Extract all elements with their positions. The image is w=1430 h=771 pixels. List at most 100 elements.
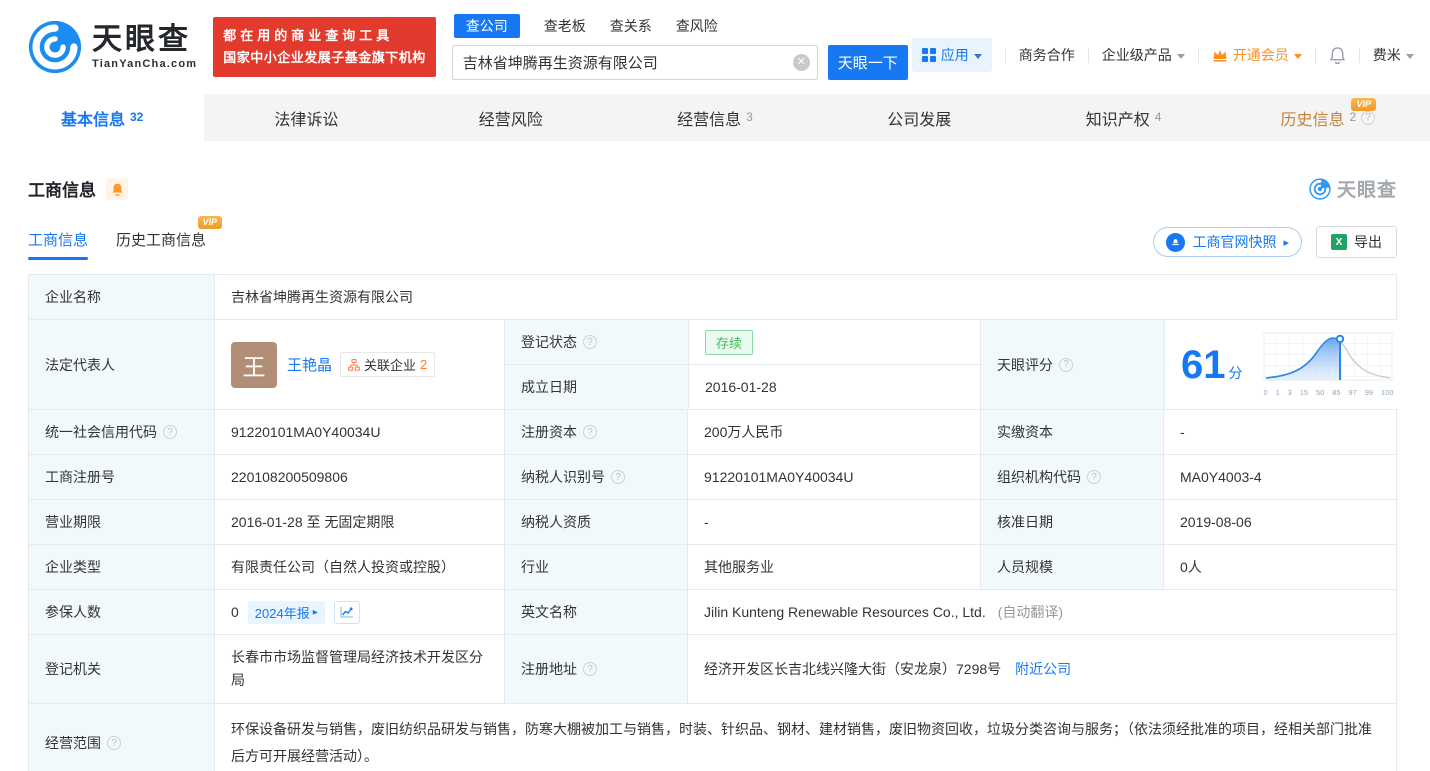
help-icon[interactable]: ? [107,736,121,750]
top-header: 天眼查 TianYanCha.com 都在用的商业查询工具 国家中小企业发展子基… [0,0,1430,94]
legal-representative-link[interactable]: 王艳晶 [287,354,332,375]
annual-report-badge[interactable]: 2024年报 ▸ [248,601,325,624]
help-icon[interactable]: ? [1087,470,1101,484]
insured-number: 0 [231,604,239,620]
tyc-score-cell: 61 分 [1164,320,1411,409]
label-text: 注册地址 [521,659,577,679]
company-tab-bar: 基本信息 32 法律诉讼 经营风险 经营信息 3 公司发展 知识产权 4 VIP… [0,94,1430,141]
stamp-icon [1166,233,1185,252]
divider [1005,48,1006,63]
watermark-text: 天眼查 [1337,175,1397,202]
field-value-registration-status: 存续 [688,320,980,364]
label-text: 经营范围 [45,733,101,753]
field-value-credit-code: 91220101MA0Y40034U [214,410,504,454]
field-label-staff-size: 人员规模 [980,545,1163,589]
field-label-registered-capital: 注册资本 ? [504,410,687,454]
field-label-registration-authority: 登记机关 [29,635,214,703]
nav-enterprise[interactable]: 企业级产品 [1102,45,1185,65]
nav-enterprise-label: 企业级产品 [1102,45,1172,65]
tab-operation-risk[interactable]: 经营风险 [409,94,613,141]
related-count: 2 [420,357,427,372]
tab-legal-lawsuits[interactable]: 法律诉讼 [204,94,408,141]
nav-cooperation[interactable]: 商务合作 [1019,45,1075,65]
help-icon[interactable]: ? [583,662,597,676]
field-label-approval-date: 核准日期 [980,500,1163,544]
help-icon[interactable]: ? [1059,358,1073,372]
field-value-paid-in-capital: - [1163,410,1396,454]
tab-history-info[interactable]: VIP 历史信息 2 ? [1226,94,1430,141]
field-value-registration-number: 220108200509806 [214,455,504,499]
field-value-company-type: 有限责任公司（自然人投资或控股） [214,545,504,589]
tab-label: 经营风险 [479,106,543,130]
tab-intellectual-property[interactable]: 知识产权 4 [1021,94,1225,141]
arrow-right-icon: ▸ [1283,236,1289,249]
chevron-down-icon [1177,54,1185,59]
table-row: 经营范围 ? 环保设备研发与销售，废旧纺织品研发与销售，防寒大棚被加工与销售，时… [29,703,1396,771]
search-tab-company[interactable]: 查公司 [454,14,520,38]
table-row: 企业类型 有限责任公司（自然人投资或控股） 行业 其他服务业 人员规模 0人 [29,544,1396,589]
monitor-bell-button[interactable] [106,178,128,200]
subtab-business-info[interactable]: 工商信息 [28,229,88,260]
tab-label: 历史信息 [1281,106,1345,130]
score-block: 天眼评分 ? 61 分 [980,320,1411,409]
avatar[interactable]: 王 [231,342,277,388]
search-tab-risk[interactable]: 查风险 [676,16,718,36]
slogan-line2: 国家中小企业发展子基金旗下机构 [223,47,426,69]
chevron-down-icon [1294,54,1302,59]
bell-icon [1329,46,1346,64]
field-value-company-name: 吉林省坤腾再生资源有限公司 [214,275,1396,319]
tab-label: 法律诉讼 [274,106,338,130]
insured-trend-button[interactable] [334,601,360,624]
vip-badge: VIP [198,216,223,229]
tab-label: 基本信息 [61,106,125,130]
field-value-insured-count: 0 2024年报 ▸ [214,590,504,634]
field-label-company-type: 企业类型 [29,545,214,589]
nav-user[interactable]: 费米 [1373,45,1414,65]
slogan-line1: 都在用的商业查询工具 [223,25,426,47]
field-label-company-name: 企业名称 [29,275,214,319]
search-tab-boss[interactable]: 查老板 [544,16,586,36]
search-button[interactable]: 天眼一下 [828,45,908,80]
related-companies-badge[interactable]: 关联企业 2 [340,352,435,377]
field-label-organization-code: 组织机构代码 ? [980,455,1163,499]
tab-operation-info[interactable]: 经营信息 3 [613,94,817,141]
apps-grid-icon [922,48,936,62]
tab-count: 3 [746,110,753,124]
export-button[interactable]: X 导出 [1316,226,1397,258]
clear-icon[interactable]: ✕ [793,54,810,71]
field-label-taxpayer-id: 纳税人识别号 ? [504,455,687,499]
tianyancha-logo[interactable]: 天眼查 TianYanCha.com [28,20,197,74]
search-input[interactable] [452,45,818,80]
excel-icon: X [1331,234,1347,250]
label-text: 天眼评分 [997,355,1053,375]
nav-open-vip[interactable]: 开通会员 [1212,45,1302,65]
field-value-organization-code: MA0Y4003-4 [1163,455,1396,499]
legal-representative-cell: 王 王艳晶 关联企业 2 [214,320,504,409]
help-icon[interactable]: ? [163,425,177,439]
label-text: 登记状态 [521,332,577,352]
notification-bell[interactable] [1329,46,1346,64]
help-icon[interactable]: ? [1361,111,1375,125]
search-block: 查公司 查老板 查关系 查风险 ✕ 天眼一下 [452,14,912,80]
score-distribution-chart: 0131550859799100 [1263,332,1395,397]
subtab-history-business-info[interactable]: VIP 历史工商信息 [116,229,206,260]
tab-label: 经营信息 [677,106,741,130]
label-text: 纳税人识别号 [521,467,605,487]
score-unit: 分 [1229,363,1243,383]
tab-basic-info[interactable]: 基本信息 32 [0,94,204,141]
divider [1088,48,1089,63]
field-label-established-date: 成立日期 [505,365,688,409]
nav-apps[interactable]: 应用 [912,38,992,72]
help-icon[interactable]: ? [611,470,625,484]
nav-apps-label: 应用 [941,45,969,65]
tab-company-development[interactable]: 公司发展 [817,94,1021,141]
divider [1198,48,1199,63]
search-tab-relation[interactable]: 查关系 [610,16,652,36]
official-snapshot-button[interactable]: 工商官网快照 ▸ [1153,227,1302,257]
help-icon[interactable]: ? [583,425,597,439]
org-chart-icon [348,359,360,371]
label-text: 组织机构代码 [997,467,1081,487]
help-icon[interactable]: ? [583,335,597,349]
chevron-down-icon [974,54,982,59]
nearby-companies-link[interactable]: 附近公司 [1015,659,1071,679]
